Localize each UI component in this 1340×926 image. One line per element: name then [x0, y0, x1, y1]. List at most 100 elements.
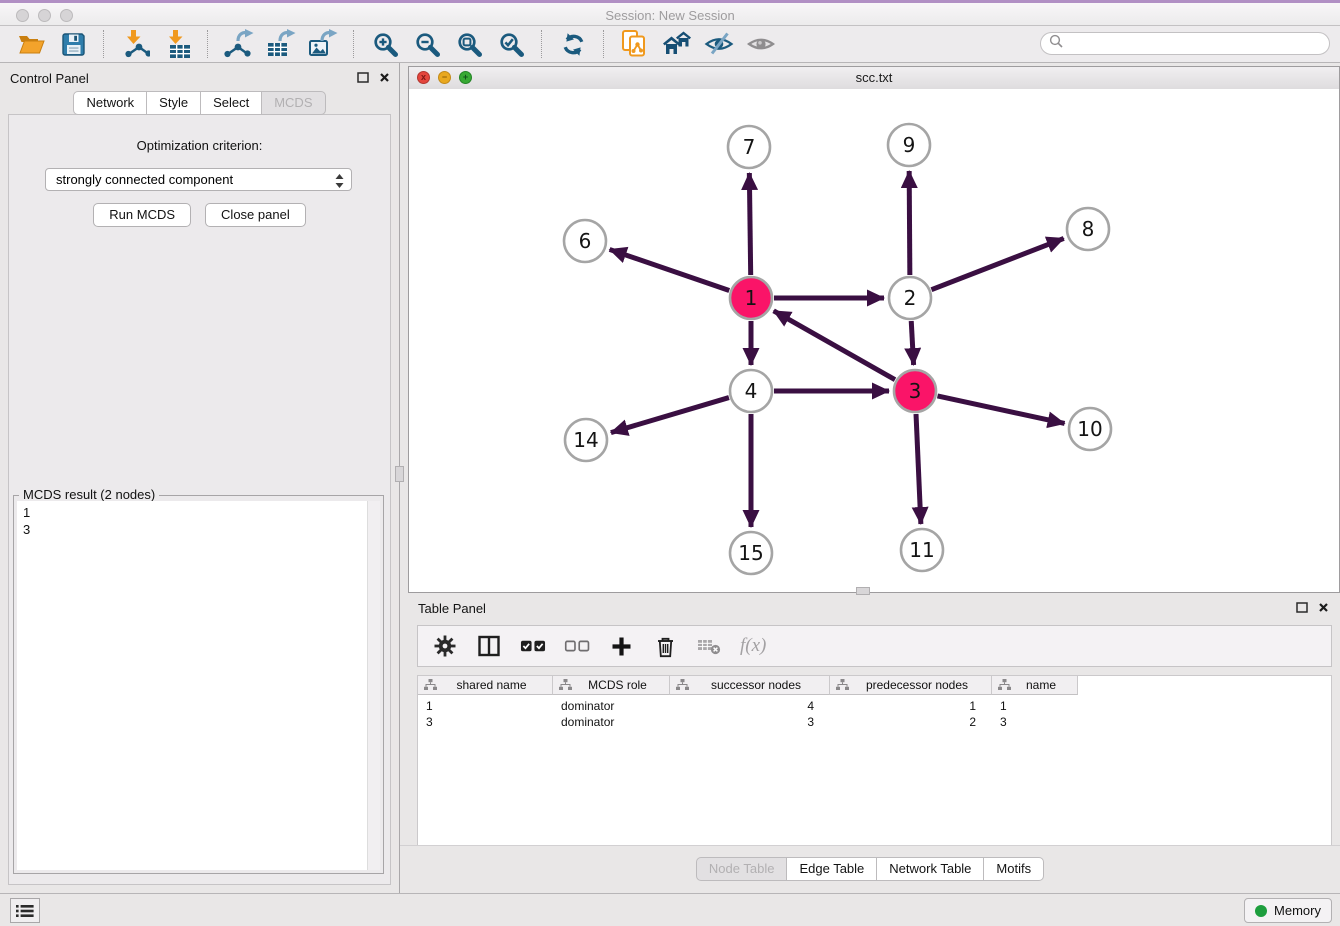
network-window-titlebar[interactable]: x − + scc.txt	[409, 67, 1339, 90]
graph-node-label-8: 8	[1082, 217, 1095, 241]
toolbar-separator	[207, 30, 209, 58]
split-panel-icon[interactable]	[476, 633, 502, 659]
export-network-icon[interactable]	[223, 28, 255, 60]
network-graph[interactable]: 7968124314101511	[409, 89, 1339, 592]
import-table-icon[interactable]	[161, 28, 193, 60]
zoom-fit-icon[interactable]	[453, 28, 485, 60]
table-header-row: shared name MCDS rolesuccessor nodesprede…	[418, 676, 1331, 695]
column-header-label: name	[1011, 678, 1077, 692]
graph-node-label-3: 3	[909, 379, 922, 403]
tab-network[interactable]: Network	[73, 91, 147, 115]
search-icon	[1049, 34, 1063, 53]
graph-edge-2-8[interactable]	[931, 238, 1063, 289]
graph-node-label-15: 15	[738, 541, 763, 565]
zoom-selected-icon[interactable]	[495, 28, 527, 60]
app-titlebar: Session: New Session	[0, 0, 1340, 26]
optimization-criterion-label: Optimization criterion:	[9, 138, 390, 153]
save-session-icon[interactable]	[57, 28, 89, 60]
show-hidden-icon[interactable]	[745, 28, 777, 60]
table-row-1[interactable]: 1dominator411	[418, 698, 1331, 714]
table-panel: Table Panel f(x) shared nameMCDS rolesuc…	[400, 595, 1340, 890]
hide-selected-icon[interactable]	[703, 28, 735, 60]
graph-node-label-4: 4	[745, 379, 758, 403]
horizontal-splitter-handle[interactable]	[856, 587, 870, 595]
cell-mcds-role: dominator	[553, 715, 670, 729]
network-canvas[interactable]: 7968124314101511	[409, 89, 1339, 592]
float-table-panel-icon[interactable]	[1295, 601, 1308, 613]
deselect-all-icon[interactable]	[564, 633, 590, 659]
vertical-splitter-handle[interactable]	[395, 466, 404, 482]
tab-network-table[interactable]: Network Table	[876, 857, 984, 881]
home-neighbors-icon[interactable]	[661, 28, 693, 60]
duplicate-network-icon[interactable]	[619, 28, 651, 60]
status-bar: Memory	[0, 893, 1340, 926]
column-type-icon	[676, 679, 689, 691]
tab-motifs[interactable]: Motifs	[983, 857, 1044, 881]
table-toolbar: f(x)	[417, 625, 1332, 667]
zoom-out-icon[interactable]	[411, 28, 443, 60]
optimization-criterion-select[interactable]: strongly connected component	[45, 168, 352, 191]
column-type-icon	[998, 679, 1011, 691]
column-header-successor-nodes[interactable]: successor nodes	[670, 676, 830, 695]
open-file-icon[interactable]	[15, 28, 47, 60]
main-toolbar-icons	[10, 28, 782, 60]
memory-button[interactable]: Memory	[1244, 898, 1332, 923]
close-panel-icon[interactable]	[378, 71, 391, 83]
graph-edge-3-10[interactable]	[937, 396, 1064, 424]
selected-option: strongly connected component	[56, 172, 233, 187]
mcds-result-values: 1 3	[17, 501, 380, 541]
zoom-in-icon[interactable]	[369, 28, 401, 60]
graph-node-label-6: 6	[579, 229, 592, 253]
toolbar-separator	[603, 30, 605, 58]
task-history-button[interactable]	[10, 898, 40, 923]
graph-edge-3-11[interactable]	[916, 414, 921, 524]
tab-node-table[interactable]: Node Table	[696, 857, 788, 881]
settings-icon[interactable]	[432, 633, 458, 659]
run-mcds-button[interactable]: Run MCDS	[93, 203, 191, 227]
cell-mcds-role: dominator	[553, 699, 670, 713]
network-window-title: scc.txt	[409, 70, 1339, 85]
search-box[interactable]	[1040, 32, 1330, 55]
graph-edge-1-7[interactable]	[749, 173, 750, 275]
graph-edge-2-3[interactable]	[911, 321, 913, 365]
table-row-2[interactable]: 3dominator323	[418, 714, 1331, 730]
graph-node-label-2: 2	[904, 286, 917, 310]
column-type-icon	[836, 679, 849, 691]
close-table-panel-icon[interactable]	[1317, 601, 1330, 613]
column-header-label: shared name	[437, 678, 552, 692]
memory-label: Memory	[1274, 903, 1321, 918]
search-input[interactable]	[1068, 36, 1329, 52]
tab-style[interactable]: Style	[146, 91, 201, 115]
import-network-icon[interactable]	[119, 28, 151, 60]
graph-edge-2-9[interactable]	[909, 171, 910, 275]
close-panel-button[interactable]: Close panel	[205, 203, 306, 227]
column-header-predecessor-nodes[interactable]: predecessor nodes	[830, 676, 992, 695]
column-header-label: MCDS role	[572, 678, 669, 692]
apply-function-icon: f(x)	[740, 635, 766, 657]
tab-mcds[interactable]: MCDS	[261, 91, 325, 115]
column-type-icon	[559, 679, 572, 691]
export-image-icon[interactable]	[307, 28, 339, 60]
result-scrollbar[interactable]	[367, 501, 380, 870]
mcds-result-area[interactable]: 1 3	[17, 501, 380, 870]
column-header-mcds-role[interactable]: MCDS role	[553, 676, 670, 695]
graph-edge-3-1[interactable]	[774, 311, 895, 380]
mcds-result-title: MCDS result (2 nodes)	[19, 487, 159, 502]
control-panel: Control Panel NetworkStyleSelectMCDS Opt…	[0, 63, 400, 893]
toolbar-separator	[103, 30, 105, 58]
refresh-layout-icon[interactable]	[557, 28, 589, 60]
tab-edge-table[interactable]: Edge Table	[786, 857, 877, 881]
delete-table-icon[interactable]	[696, 633, 722, 659]
graph-edge-1-6[interactable]	[610, 249, 730, 290]
add-column-icon[interactable]	[608, 633, 634, 659]
float-panel-icon[interactable]	[356, 71, 369, 83]
delete-column-icon[interactable]	[652, 633, 678, 659]
mcds-result-box: MCDS result (2 nodes) 1 3	[13, 495, 384, 874]
graph-edge-4-14[interactable]	[611, 398, 729, 433]
select-all-icon[interactable]	[520, 633, 546, 659]
tab-select[interactable]: Select	[200, 91, 262, 115]
column-header-shared-name[interactable]: shared name	[418, 676, 553, 695]
network-window: x − + scc.txt 7968124314101511	[408, 66, 1340, 593]
export-table-icon[interactable]	[265, 28, 297, 60]
column-header-name[interactable]: name	[992, 676, 1078, 695]
